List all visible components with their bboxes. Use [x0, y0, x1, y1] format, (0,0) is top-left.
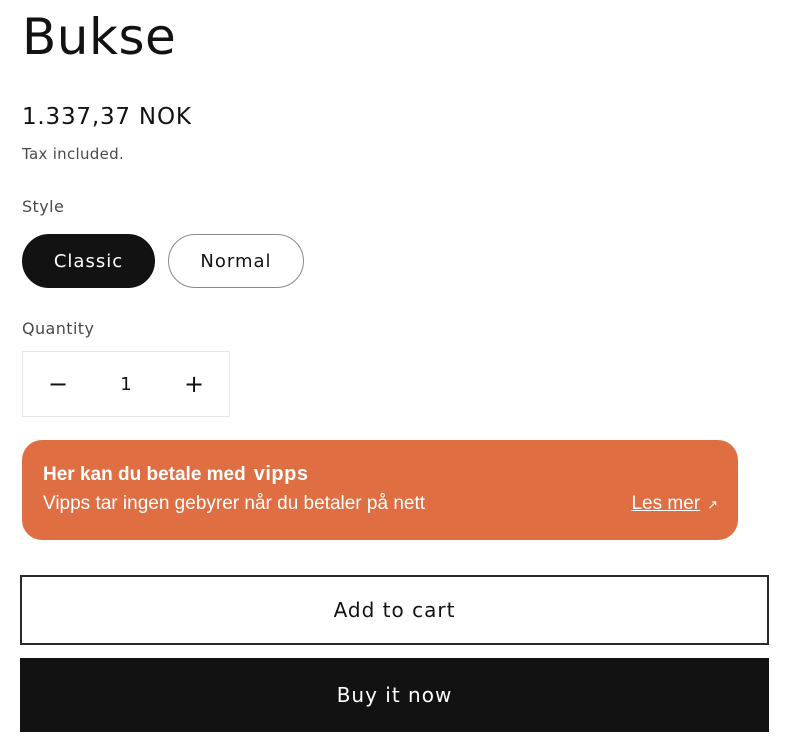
style-option-label: Classic: [53, 250, 124, 272]
style-option-label: Normal: [200, 250, 272, 272]
vipps-banner-title: Her kan du betale med vipps: [43, 462, 308, 487]
product-title: Bukse: [22, 8, 177, 66]
buy-now-label: Buy it now: [336, 683, 453, 707]
quantity-decrease-button[interactable]: −: [23, 352, 93, 416]
quantity-label: Quantity: [22, 319, 95, 338]
quantity-input[interactable]: 1: [93, 374, 159, 395]
minus-icon: −: [47, 370, 69, 398]
plus-icon: +: [183, 370, 205, 398]
buy-now-button[interactable]: Buy it now: [20, 658, 769, 732]
vipps-read-more-label: Les mer: [631, 493, 701, 514]
vipps-read-more-link[interactable]: Les mer ↗: [631, 492, 718, 516]
product-info: Bukse 1.337,37 NOK Tax included. Style C…: [0, 0, 800, 750]
style-option-classic[interactable]: Classic: [22, 234, 155, 288]
vipps-banner-title-text: Her kan du betale med: [43, 464, 246, 485]
add-to-cart-button[interactable]: Add to cart: [20, 575, 769, 645]
quantity-increase-button[interactable]: +: [159, 352, 229, 416]
vipps-logo: vipps: [253, 463, 309, 485]
vipps-banner: Her kan du betale med vipps Vipps tar in…: [22, 440, 738, 540]
tax-note: Tax included.: [22, 145, 125, 163]
style-option-normal[interactable]: Normal: [168, 234, 304, 288]
add-to-cart-label: Add to cart: [333, 598, 456, 622]
external-arrow-icon: ↗: [707, 496, 718, 512]
style-label: Style: [22, 197, 65, 216]
product-price: 1.337,37 NOK: [22, 104, 192, 130]
vipps-banner-subtitle: Vipps tar ingen gebyrer når du betaler p…: [43, 493, 426, 514]
quantity-stepper: − 1 +: [22, 351, 230, 417]
